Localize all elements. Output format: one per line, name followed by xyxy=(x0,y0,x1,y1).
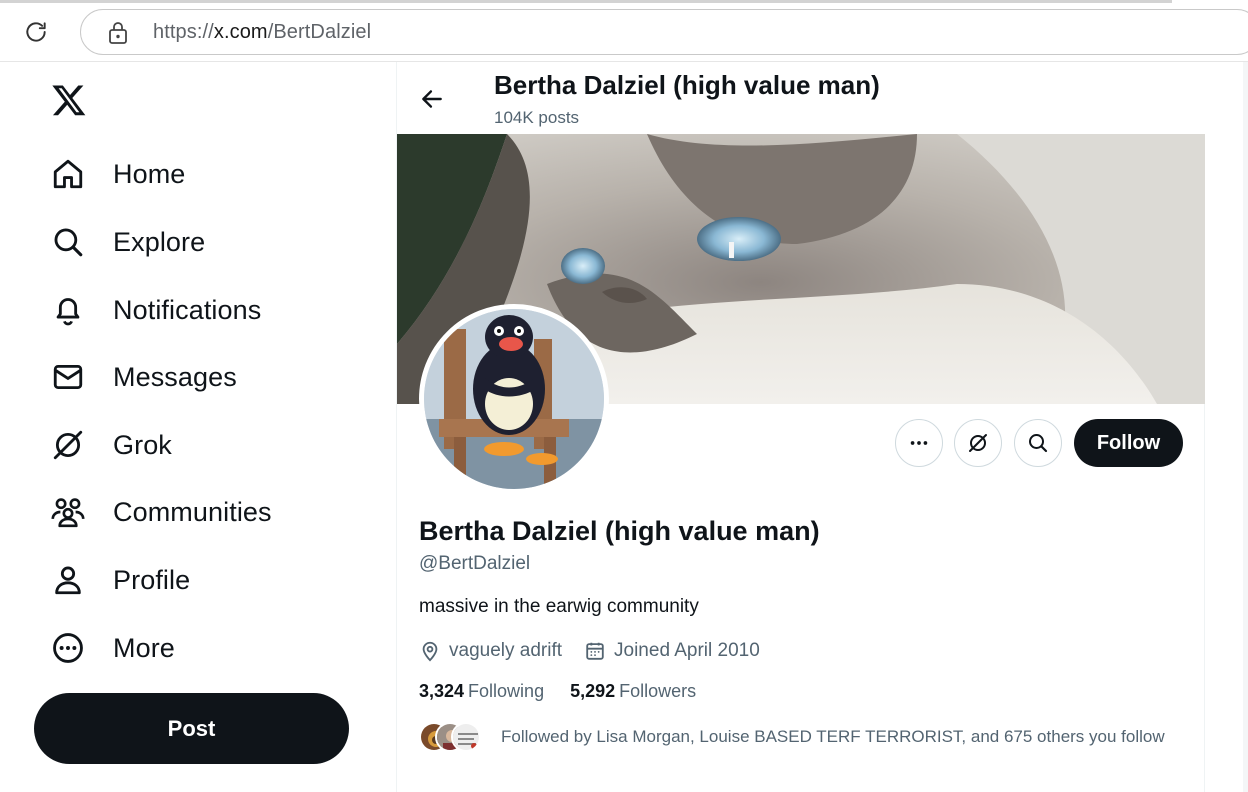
right-panel-edge xyxy=(1243,62,1248,792)
profile-stats: 3,324 Following 5,292 Followers xyxy=(419,681,722,702)
followed-by-link[interactable]: Followed by Lisa Morgan, Louise BASED TE… xyxy=(419,722,1165,752)
right-sidebar xyxy=(1205,62,1248,792)
url-text[interactable]: https://x.com/BertDalziel xyxy=(153,21,371,44)
sidebar-item-home[interactable]: Home xyxy=(48,148,185,200)
joined-text: Joined April 2010 xyxy=(614,640,760,661)
follow-button[interactable]: Follow xyxy=(1074,419,1183,467)
more-options-button[interactable] xyxy=(895,419,943,467)
sidebar-item-label: Messages xyxy=(113,361,237,392)
search-profile-button[interactable] xyxy=(1014,419,1062,467)
header-display-name: Bertha Dalziel (high value man) xyxy=(494,70,880,100)
communities-icon xyxy=(48,492,88,532)
profile-handle: @BertDalziel xyxy=(419,553,531,574)
browser-toolbar: https://x.com/BertDalziel xyxy=(0,0,1248,62)
more-circle-icon xyxy=(48,628,88,668)
sidebar-item-notifications[interactable]: Notifications xyxy=(48,284,261,336)
location-text: vaguely adrift xyxy=(449,640,563,661)
sidebar-item-label: Communities xyxy=(113,496,272,527)
url-scheme: https:// xyxy=(153,21,214,43)
sidebar-item-label: Explore xyxy=(113,226,206,257)
left-sidebar: Home Explore Notifications Messages Grok… xyxy=(0,62,396,792)
sidebar-item-label: More xyxy=(113,632,175,663)
profile-joined: Joined April 2010 xyxy=(584,640,760,662)
profile-avatar[interactable] xyxy=(419,304,609,494)
following-link[interactable]: 3,324 Following xyxy=(419,681,544,702)
envelope-icon xyxy=(48,357,88,397)
reload-icon[interactable] xyxy=(22,18,50,46)
followed-by-text: Followed by Lisa Morgan, Louise BASED TE… xyxy=(501,727,1165,746)
grok-profile-button[interactable] xyxy=(954,419,1002,467)
profile-column: Bertha Dalziel (high value man) 104K pos… xyxy=(396,62,1205,792)
header-post-count: 104K posts xyxy=(494,108,580,127)
follower-avatar xyxy=(451,722,481,752)
followers-count: 5,292 xyxy=(570,681,616,701)
grok-icon xyxy=(969,434,987,452)
following-label: Following xyxy=(468,681,545,701)
home-icon xyxy=(48,154,88,194)
search-icon xyxy=(1029,434,1048,453)
following-count: 3,324 xyxy=(419,681,465,701)
sidebar-item-grok[interactable]: Grok xyxy=(48,419,172,471)
calendar-icon xyxy=(586,642,604,660)
bell-icon xyxy=(48,290,88,330)
sidebar-item-profile[interactable]: Profile xyxy=(48,554,190,606)
post-button[interactable]: Post xyxy=(34,693,349,764)
sidebar-item-more[interactable]: More xyxy=(48,622,175,674)
profile-header-bar: Bertha Dalziel (high value man) 104K pos… xyxy=(397,62,1205,134)
page-load-progress xyxy=(0,0,1172,3)
profile-location: vaguely adrift xyxy=(419,640,562,662)
profile-bio: massive in the earwig community xyxy=(419,596,699,617)
url-path: /BertDalziel xyxy=(267,21,372,43)
profile-display-name: Bertha Dalziel (high value man) xyxy=(419,516,820,546)
location-pin-icon xyxy=(422,641,438,662)
lock-icon[interactable] xyxy=(107,21,129,50)
x-logo-icon[interactable] xyxy=(50,82,90,122)
address-bar[interactable]: https://x.com/BertDalziel xyxy=(80,9,1248,55)
sidebar-item-label: Notifications xyxy=(113,294,262,325)
sidebar-item-communities[interactable]: Communities xyxy=(48,486,272,538)
followers-link[interactable]: 5,292 Followers xyxy=(570,681,696,702)
url-host: x.com xyxy=(213,21,268,43)
sidebar-item-messages[interactable]: Messages xyxy=(48,351,237,403)
more-dots-icon xyxy=(910,441,928,445)
person-icon xyxy=(48,560,88,600)
sidebar-item-explore[interactable]: Explore xyxy=(48,216,205,268)
sidebar-item-label: Grok xyxy=(113,429,172,460)
followers-label: Followers xyxy=(619,681,697,701)
sidebar-item-label: Profile xyxy=(113,564,191,595)
profile-meta: vaguely adrift Joined April 2010 xyxy=(419,637,782,665)
grok-icon xyxy=(48,425,88,465)
back-arrow-icon[interactable] xyxy=(413,80,451,118)
sidebar-item-label: Home xyxy=(113,158,186,189)
search-icon xyxy=(48,222,88,262)
